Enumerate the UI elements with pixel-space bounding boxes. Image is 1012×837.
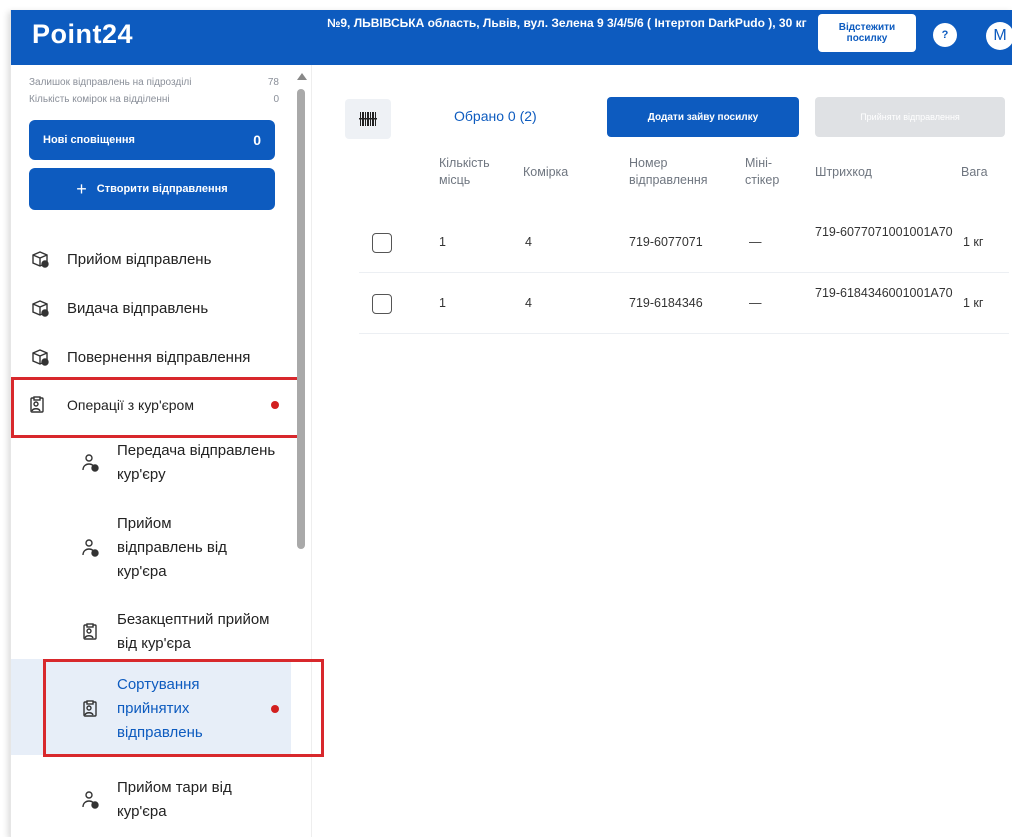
sidebar-item-label: Прийом відправлень bbox=[67, 250, 212, 268]
app-window: Point24 №9, ЛЬВІВСЬКА область, Львів, ву… bbox=[10, 10, 1012, 837]
column-header: Вага bbox=[961, 165, 988, 179]
sidebar-item-issue[interactable]: Видача відправлень bbox=[11, 289, 301, 327]
barcode-scan-button[interactable] bbox=[345, 99, 391, 139]
sidebar-item-receive[interactable]: Прийом відправлень bbox=[11, 240, 301, 278]
places-cell: 1 bbox=[439, 296, 446, 310]
mini-sticker: — bbox=[749, 296, 762, 310]
shipment-number: 719-6077071 bbox=[629, 235, 703, 249]
notifications-label: Нові сповіщення bbox=[43, 134, 135, 146]
cell-number: 4 bbox=[525, 296, 532, 310]
sidebar-item-label: Прийом відправлень від кур'єра bbox=[117, 515, 227, 580]
stat-value: 0 bbox=[273, 94, 279, 105]
sidebar-item-container-receive[interactable]: Прийом тари від кур'єра bbox=[11, 773, 301, 827]
parcel-icon bbox=[29, 248, 51, 270]
courier-icon bbox=[79, 452, 101, 474]
help-button[interactable]: ? bbox=[933, 23, 957, 47]
track-parcel-button[interactable]: Відстежити посилку bbox=[818, 14, 916, 52]
mini-sticker: — bbox=[749, 235, 762, 249]
scroll-up-arrow-icon[interactable] bbox=[297, 73, 307, 80]
sidebar-item-label: Видача відправлень bbox=[67, 299, 209, 317]
table-row[interactable]: 1 4 719-6077071 — 719-6077071001001A70 1… bbox=[359, 212, 1009, 273]
stat-label: Залишок відправлень на підрозділі bbox=[29, 77, 192, 88]
sidebar: Залишок відправлень на підрозділі 78 Кіл… bbox=[11, 65, 324, 837]
barcode-value: 719-6077071001001A70 bbox=[815, 225, 953, 239]
logo: Point24 bbox=[32, 19, 134, 49]
table-row[interactable]: 1 4 719-6184346 — 719-6184346001001A70 1… bbox=[359, 273, 1009, 334]
barcode-value: 719-6184346001001A70 bbox=[815, 286, 953, 300]
plus-icon: + bbox=[76, 178, 87, 199]
sidebar-item-label: Прийом тари від кур'єра bbox=[117, 779, 232, 820]
sidebar-item-label: Передача відправлень кур'єру bbox=[117, 442, 276, 483]
top-header: Point24 №9, ЛЬВІВСЬКА область, Львів, ву… bbox=[11, 10, 1012, 65]
highlight-box bbox=[11, 377, 301, 438]
sidebar-item-return[interactable]: Повернення відправлення bbox=[11, 338, 301, 376]
sidebar-item-label: Повернення відправлення bbox=[67, 348, 251, 366]
parcel-icon bbox=[29, 297, 51, 319]
stat-value: 78 bbox=[267, 77, 279, 88]
stat-remaining: Залишок відправлень на підрозділі 78 bbox=[29, 77, 279, 88]
row-checkbox[interactable] bbox=[372, 233, 392, 253]
places-cell: 1 bbox=[439, 235, 446, 249]
stat-label: Кількість комірок на відділенні bbox=[29, 94, 170, 105]
accept-shipments-button[interactable]: Прийняти відправлення bbox=[815, 97, 1005, 137]
weight-cell: 1 кг bbox=[963, 235, 984, 249]
highlight-box bbox=[43, 659, 324, 757]
courier-icon bbox=[79, 789, 101, 811]
cell-number: 4 bbox=[525, 235, 532, 249]
column-header: Кількість місць bbox=[439, 156, 490, 187]
avatar[interactable]: M bbox=[986, 22, 1012, 50]
barcode-icon bbox=[359, 112, 377, 126]
notifications-button[interactable]: Нові сповіщення 0 bbox=[29, 120, 275, 160]
sidebar-item-courier-receive[interactable]: Прийом відправлень від кур'єра bbox=[11, 510, 301, 586]
sidebar-item-courier-handover[interactable]: Передача відправлень кур'єру bbox=[11, 436, 301, 490]
parcel-icon bbox=[29, 346, 51, 368]
courier-clipboard-icon bbox=[79, 621, 101, 643]
create-shipment-label: Створити відправлення bbox=[96, 183, 228, 195]
sidebar-item-unaccepted-receive[interactable]: Безакцептний прийом від кур'єра bbox=[11, 605, 301, 659]
column-header: Штрихкод bbox=[815, 165, 872, 179]
column-header: Номер відправлення bbox=[629, 156, 708, 187]
add-extra-parcel-button[interactable]: Додати зайву посилку bbox=[607, 97, 799, 137]
sidebar-scrollbar[interactable] bbox=[297, 73, 307, 833]
sidebar-item-label: Безакцептний прийом від кур'єра bbox=[117, 611, 270, 652]
scroll-thumb[interactable] bbox=[297, 89, 305, 549]
courier-icon bbox=[79, 537, 101, 559]
main-content: Обрано 0 (2) Додати зайву посилку Прийня… bbox=[311, 65, 1012, 837]
shipment-number: 719-6184346 bbox=[629, 296, 703, 310]
column-header: Міні-стікер bbox=[745, 156, 780, 187]
column-header: Комірка bbox=[523, 165, 569, 179]
selected-count: Обрано 0 (2) bbox=[454, 108, 537, 124]
weight-cell: 1 кг bbox=[963, 296, 984, 310]
stat-cells: Кількість комірок на відділенні 0 bbox=[29, 94, 279, 105]
branch-address: №9, ЛЬВІВСЬКА область, Львів, вул. Зелен… bbox=[327, 16, 807, 30]
notifications-count: 0 bbox=[253, 132, 261, 148]
create-shipment-button[interactable]: + Створити відправлення bbox=[29, 168, 275, 210]
row-checkbox[interactable] bbox=[372, 294, 392, 314]
